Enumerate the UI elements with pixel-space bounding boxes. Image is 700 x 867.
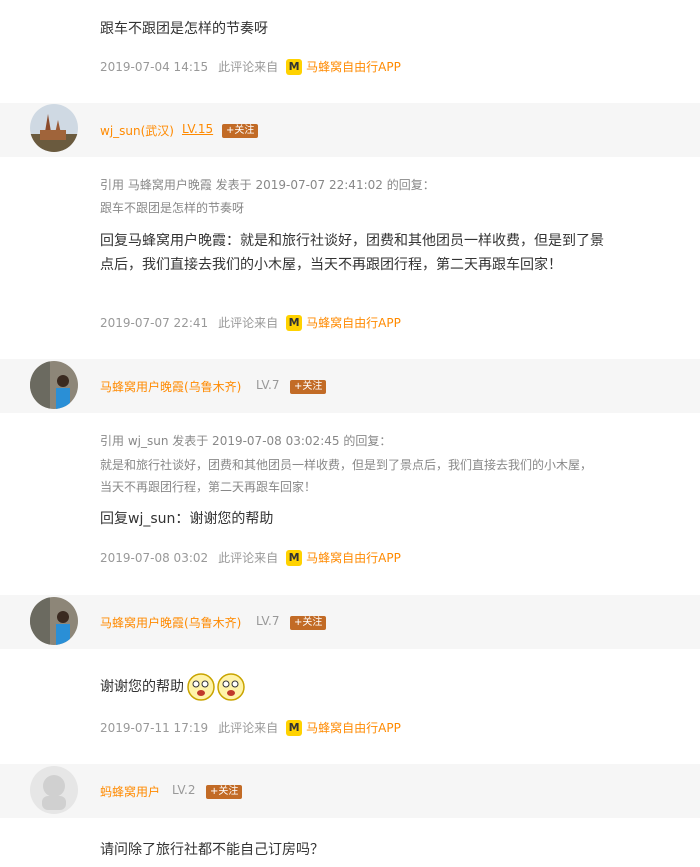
comment-time: 2019-07-08 03:02 [100,550,209,565]
reply-text: 请问除了旅行社都不能自己订房吗？ [100,842,324,858]
mafengwo-logo-icon: M [286,314,303,331]
reply-text: 回复马蜂窝用户晚霞：就是和旅行社谈好，团费和其他团员一样收费，但是到了景点后，我… [100,233,604,273]
comment-time: 2019-07-04 14:15 [100,59,209,74]
comment-meta: 2019-07-04 14:15 此评论来自 M 马蜂窝自由行APP [100,58,401,75]
quote-body: 就是和旅行社谈好，团费和其他团员一样收费，但是到了景点后，我们直接去我们的小木屋… [100,458,593,494]
avatar[interactable] [30,766,78,814]
user-level[interactable]: LV.2 [172,783,195,797]
source-label: 此评论来自 [218,60,279,74]
avatar[interactable] [30,597,78,645]
comment-text: 跟车不跟团是怎样的节奏呀 [100,21,268,37]
app-link[interactable]: 马蜂窝自由行APP [306,549,401,566]
quote-header: 引用 wj_sun 发表于 2019-07-08 03:02:45 的回复： [100,434,392,448]
username[interactable]: 马蜂窝用户晚霞(乌鲁木齐) [100,378,241,395]
avatar-person-image [30,361,78,409]
laughing-face-emoji-icon [217,673,245,701]
follow-button[interactable]: +关注 [222,124,259,138]
app-link[interactable]: 马蜂窝自由行APP [306,719,401,736]
app-link[interactable]: 马蜂窝自由行APP [306,58,401,75]
username[interactable]: wj_sun(武汉) [100,122,174,139]
username[interactable]: 马蜂窝用户晚霞(乌鲁木齐) [100,614,241,631]
comment-meta: 2019-07-11 17:19 此评论来自 M 马蜂窝自由行APP [100,719,401,736]
app-link[interactable]: 马蜂窝自由行APP [306,314,401,331]
comment-meta: 2019-07-08 03:02 此评论来自 M 马蜂窝自由行APP [100,549,401,566]
follow-button[interactable]: +关注 [290,380,327,394]
reply-text-content: 谢谢您的帮助 [100,679,184,695]
follow-button[interactable]: +关注 [290,616,327,630]
default-avatar-icon [30,766,78,814]
mafengwo-logo-icon: M [286,549,303,566]
reply-text: 谢谢您的帮助 [100,672,246,702]
avatar[interactable] [30,361,78,409]
quote-body: 跟车不跟团是怎样的节奏呀 [100,201,245,215]
source-label: 此评论来自 [218,316,279,330]
reply-text: 回复wj_sun：谢谢您的帮助 [100,511,274,527]
user-level[interactable]: LV.7 [256,378,279,392]
avatar-person-image [30,597,78,645]
avatar[interactable] [30,104,78,152]
user-level[interactable]: LV.7 [256,614,279,628]
comment-time: 2019-07-07 22:41 [100,315,209,330]
avatar-castle-image [30,104,78,152]
mafengwo-logo-icon: M [286,719,303,736]
source-label: 此评论来自 [218,721,279,735]
source-label: 此评论来自 [218,551,279,565]
mafengwo-logo-icon: M [286,58,303,75]
quote-header: 引用 马蜂窝用户晚霞 发表于 2019-07-07 22:41:02 的回复： [100,178,435,192]
user-level[interactable]: LV.15 [182,122,213,136]
follow-button[interactable]: +关注 [206,785,243,799]
comment-time: 2019-07-11 17:19 [100,720,209,735]
laughing-face-emoji-icon [187,673,215,701]
comment-meta: 2019-07-07 22:41 此评论来自 M 马蜂窝自由行APP [100,314,401,331]
username[interactable]: 蚂蜂窝用户 [100,783,160,800]
